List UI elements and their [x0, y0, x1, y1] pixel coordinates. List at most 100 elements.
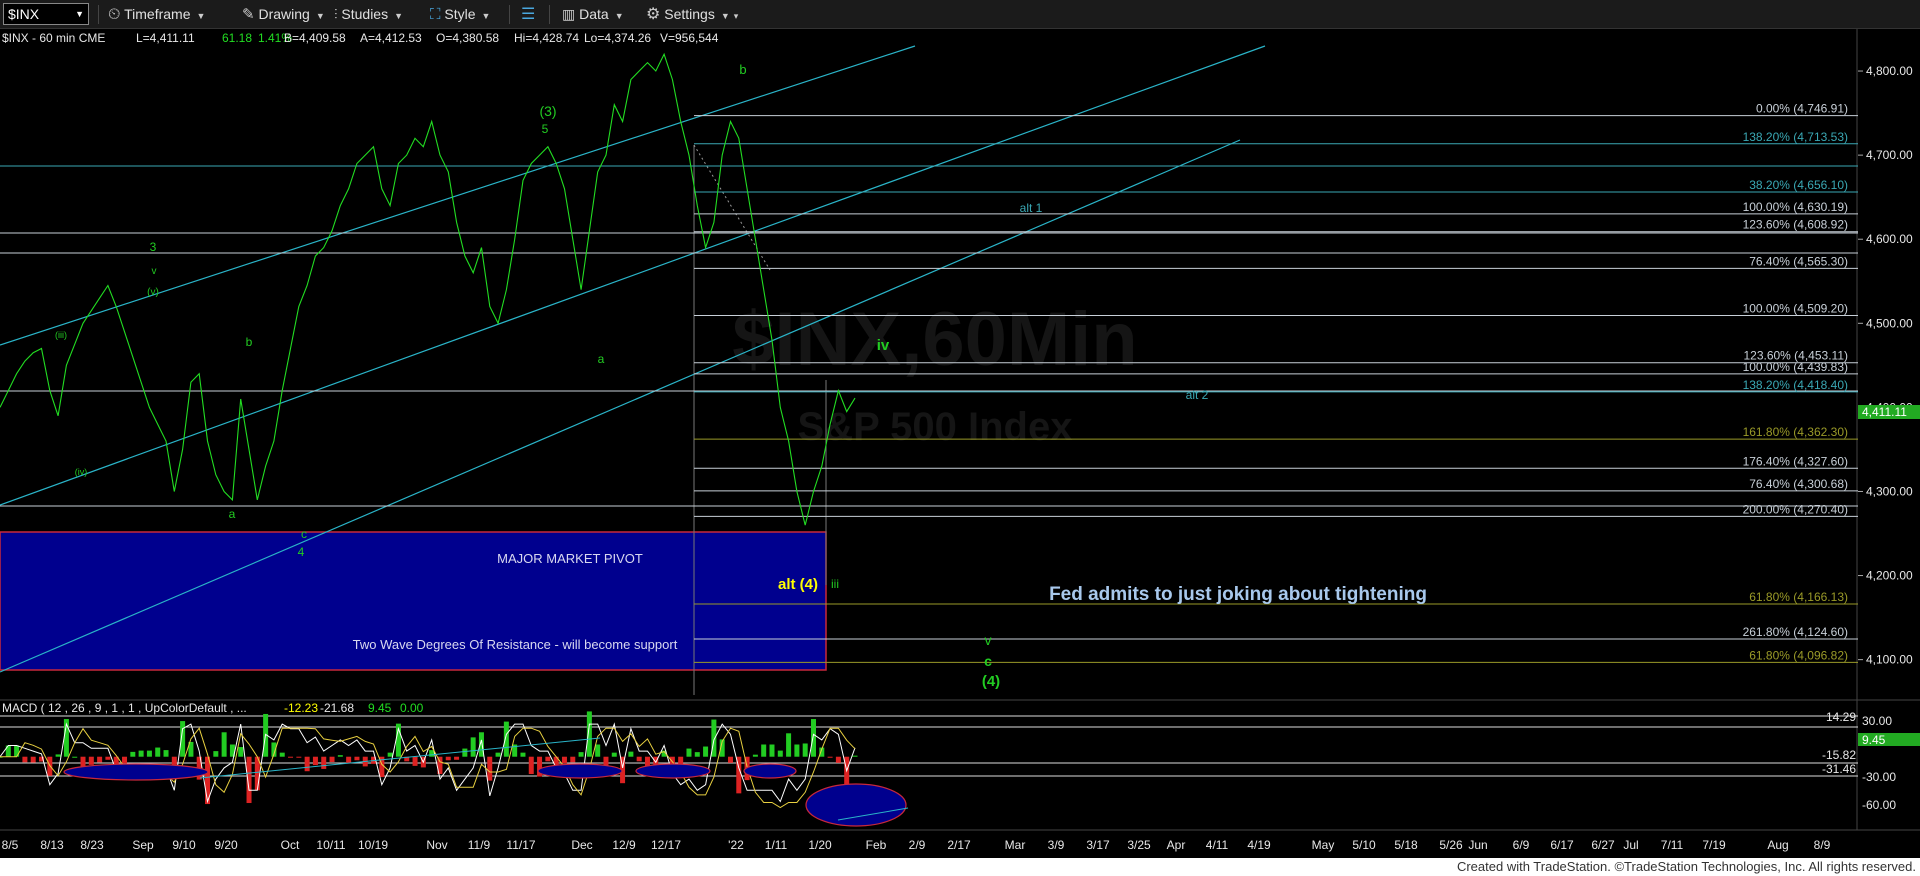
- macd-histogram-bar: [786, 733, 792, 757]
- macd-histogram-bar: [528, 756, 534, 775]
- time-axis-label: 1/20: [808, 838, 832, 852]
- fib-level-label: 100.00% (4,509.20): [1743, 302, 1848, 316]
- macd-histogram-bar: [412, 756, 418, 766]
- time-axis-label: 5/10: [1352, 838, 1376, 852]
- macd-histogram-bar: [72, 756, 78, 758]
- fib-level-label: 76.40% (4,565.30): [1749, 254, 1848, 268]
- macd-histogram-bar: [122, 756, 128, 764]
- wave-label: c: [301, 527, 307, 541]
- macd-histogram-bar: [810, 719, 816, 757]
- macd-histogram-bar: [429, 750, 435, 757]
- macd-histogram-bar: [138, 750, 144, 757]
- studies-icon: ⫶: [334, 6, 338, 22]
- time-axis-label: Apr: [1167, 838, 1186, 852]
- wave-label: (iv): [75, 467, 88, 477]
- data-menu[interactable]: ▥ Data ▼: [562, 4, 624, 24]
- volume: V=956,544: [660, 31, 719, 45]
- copyright-text: Created with TradeStation. ©TradeStation…: [1456, 859, 1916, 874]
- wave-label: (iii): [55, 330, 67, 340]
- macd-divergence-ellipse: [635, 763, 711, 779]
- macd-last-label: 9.45: [1862, 733, 1886, 747]
- wave-label: a: [229, 507, 236, 521]
- chevron-down-icon: ▼: [315, 11, 325, 21]
- drawing-menu[interactable]: ✎ Drawing ▼: [242, 4, 325, 24]
- macd-histogram-bar: [827, 756, 833, 758]
- macd-histogram-bar: [794, 744, 800, 757]
- macd-divergence-ellipse: [63, 763, 209, 781]
- macd-value: -12.23: [284, 701, 318, 715]
- style-menu[interactable]: ⛶ Style ▼: [430, 4, 490, 24]
- alt4-label: alt (4): [778, 576, 818, 593]
- price-axis-label: 4,300.00: [1866, 484, 1913, 498]
- price-axis-label: 4,700.00: [1866, 148, 1913, 162]
- time-axis-label: 10/19: [358, 838, 388, 852]
- macd-histogram-bar: [22, 756, 28, 763]
- settings-menu[interactable]: ⚙ Settings ▼ ▾: [646, 4, 738, 24]
- wave-label: (4): [982, 673, 1000, 690]
- time-axis-label: Oct: [281, 838, 300, 852]
- time-axis-label: 1/11: [765, 838, 788, 852]
- timeframe-label: Timeframe: [124, 6, 191, 22]
- fib-level-label: 0.00% (4,746.91): [1756, 102, 1848, 116]
- layout-toggle-button[interactable]: ☰: [521, 4, 535, 24]
- toolbar-divider: [549, 5, 550, 24]
- wave-label: 4: [298, 545, 305, 559]
- bid-price: B=4,409.58: [284, 31, 346, 45]
- wave-label: b: [739, 62, 746, 77]
- macd-panel: MACD ( 12 , 26 , 9 , 1 , 1 , UpColorDefa…: [0, 701, 1920, 827]
- symbol-dropdown[interactable]: $INX ▼: [3, 3, 89, 25]
- time-axis-label: 3/9: [1048, 838, 1065, 852]
- time-axis-label: 10/11: [316, 838, 345, 852]
- chevron-down-icon: ▼: [196, 11, 206, 21]
- channel-mid-line: [0, 45, 1266, 506]
- macd-axis-label: -60.00: [1862, 798, 1896, 812]
- macd-histogram-bar: [304, 756, 310, 772]
- fib-level-label: 138.20% (4,418.40): [1743, 378, 1848, 392]
- headline-annotation: Fed admits to just joking about tighteni…: [1049, 584, 1427, 605]
- style-label: Style: [444, 6, 476, 22]
- fib-level-label: 38.20% (4,656.10): [1749, 178, 1848, 192]
- fib-level-label: 100.00% (4,630.19): [1743, 200, 1848, 214]
- macd-histogram-bar: [852, 755, 858, 757]
- fib-level-label: 61.80% (4,166.13): [1749, 590, 1848, 604]
- time-axis-label: 5/26: [1439, 838, 1463, 852]
- macd-histogram-bar: [279, 752, 285, 757]
- time-axis-label: 7/11: [1661, 838, 1684, 852]
- chevron-down-icon: ▼: [720, 11, 730, 21]
- macd-histogram-bar: [520, 752, 526, 757]
- chart-header: $INX - 60 min CME L=4,411.11 61.18 1.41%…: [2, 31, 719, 45]
- net-change: 61.18: [222, 31, 252, 45]
- symbol-info: $INX - 60 min CME: [2, 31, 105, 45]
- macd-histogram-bar: [611, 752, 617, 757]
- symbol-value: $INX: [8, 6, 40, 22]
- price-axis-label: 4,600.00: [1866, 232, 1913, 246]
- macd-histogram-bar: [628, 751, 634, 757]
- layout-icon: ☰: [521, 6, 536, 23]
- ask-price: A=4,412.53: [360, 31, 422, 45]
- macd-histogram-bar: [487, 756, 493, 781]
- wave-label: (3): [539, 103, 556, 119]
- clock-icon: ⏲: [108, 6, 121, 23]
- footer: Created with TradeStation. ©TradeStation…: [0, 858, 1920, 876]
- fib-level-label: 138.20% (4,713.53): [1743, 130, 1848, 144]
- macd-axis-label: 30.00: [1862, 714, 1892, 728]
- time-axis-label: 6/9: [1513, 838, 1530, 852]
- macd-histogram-bar: [503, 721, 509, 757]
- time-axis-label: Dec: [571, 838, 592, 852]
- macd-histogram-bar: [55, 754, 61, 757]
- last-price-label: 4,411.11: [1862, 405, 1907, 419]
- macd-divergence-ellipse: [537, 763, 623, 779]
- pivot-note: Two Wave Degrees Of Resistance - will be…: [353, 637, 678, 652]
- time-axis-label: 8/23: [80, 838, 104, 852]
- price-chart[interactable]: $INX,60Min S&P 500 Index MAJOR MARKET PI…: [0, 29, 1920, 857]
- settings-label: Settings: [664, 6, 715, 22]
- watermark-symbol: $INX,60Min: [732, 297, 1137, 382]
- watermark-description: S&P 500 Index: [798, 405, 1073, 449]
- macd-histogram-bar: [146, 750, 152, 757]
- time-axis-label: 8/5: [2, 838, 19, 852]
- studies-menu[interactable]: ⫶ Studies ▼: [334, 4, 403, 24]
- gear-icon: ⚙: [646, 6, 661, 23]
- price-series-line: [0, 52, 856, 526]
- time-axis-label: 3/17: [1086, 838, 1110, 852]
- timeframe-menu[interactable]: ⏲ Timeframe ▼: [108, 4, 205, 24]
